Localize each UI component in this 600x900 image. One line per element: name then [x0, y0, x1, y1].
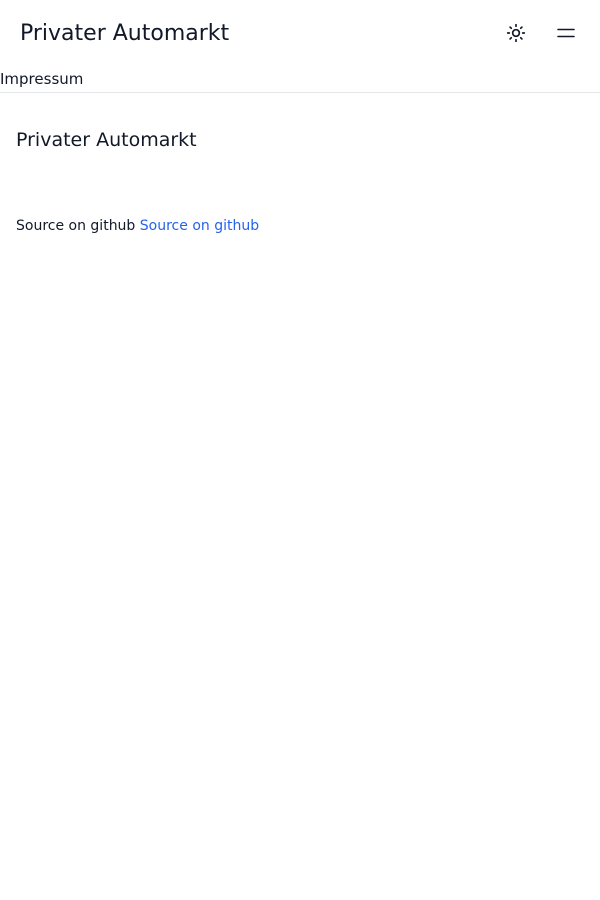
sun-icon: [506, 23, 526, 43]
hamburger-menu-icon: [556, 23, 576, 43]
github-source-link[interactable]: Source on github: [140, 218, 259, 234]
main-content: Privater Automarkt Source on github Sour…: [0, 127, 600, 236]
impressum-link[interactable]: Impressum: [0, 69, 83, 89]
page-heading: Privater Automarkt: [16, 129, 197, 151]
site-header: Privater Automarkt: [0, 0, 600, 68]
menu-button[interactable]: [554, 21, 578, 45]
source-text: Source on github: [16, 218, 136, 234]
site-title[interactable]: Privater Automarkt: [20, 19, 229, 49]
sub-navigation: Impressum: [0, 68, 600, 93]
theme-toggle-button[interactable]: [504, 21, 528, 45]
source-line: Source on github Source on github: [16, 216, 584, 236]
